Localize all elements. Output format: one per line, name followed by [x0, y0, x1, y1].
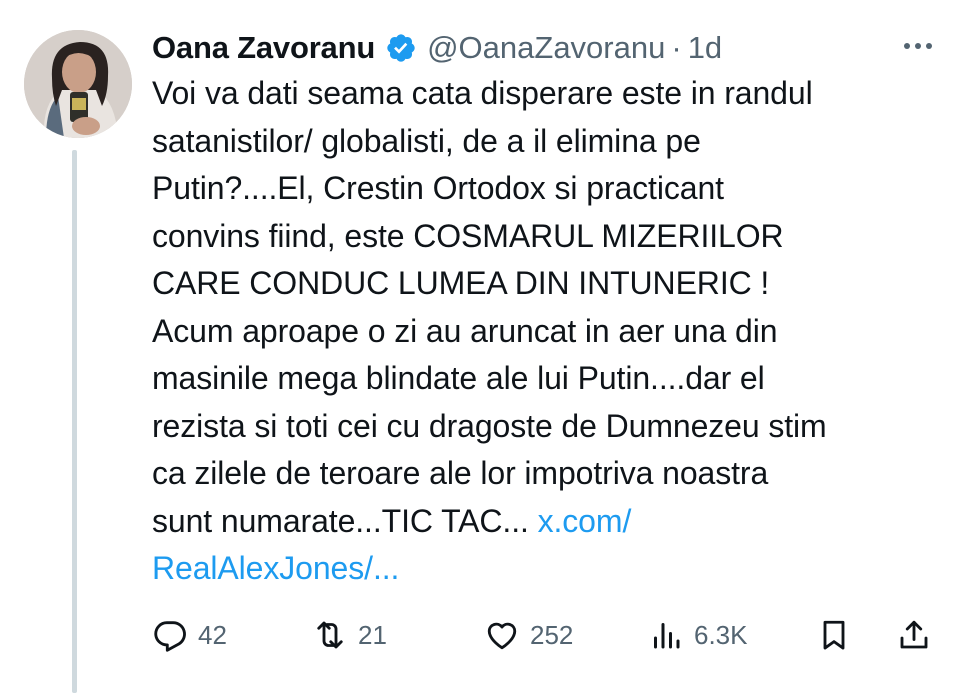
view-count: 6.3K: [694, 619, 748, 650]
reply-icon: [154, 621, 186, 652]
text-line: Voi va dati seama cata disperare este in…: [152, 75, 813, 111]
views-button[interactable]: 6.3K: [648, 612, 748, 658]
text-line: sunt numarate...TIC TAC...: [152, 502, 529, 539]
timestamp[interactable]: 1d: [688, 30, 722, 66]
bookmark-button[interactable]: [816, 612, 852, 658]
text-line: satanistilor/ globalisti, de a il elimin…: [152, 122, 701, 159]
tweet-link[interactable]: x.com/: [538, 503, 632, 539]
bookmark-icon: [823, 620, 845, 650]
text-line-with-link: sunt numarate...TIC TAC... x.com/: [152, 498, 952, 546]
text-line: Putin?....El, Crestin Ortodox si practic…: [152, 170, 724, 206]
views-icon: [654, 623, 680, 649]
like-icon: [487, 622, 517, 650]
repost-count: 21: [358, 619, 387, 650]
repost-icon: [317, 621, 343, 649]
verified-badge-icon: [385, 32, 417, 64]
tweet-header: Oana Zavoranu @OanaZavoranu · 1d: [152, 26, 940, 70]
avatar-image: [24, 30, 132, 138]
like-count: 252: [530, 619, 574, 650]
like-button[interactable]: 252: [484, 612, 573, 658]
reply-button[interactable]: 42: [152, 612, 227, 658]
share-button[interactable]: [896, 612, 932, 658]
text-line: ca zilele de teroare ale lor impotriva n…: [152, 455, 769, 491]
text-line: Acum aproape o zi au aruncat in aer una …: [152, 312, 778, 349]
text-line: rezista si toti cei cu dragoste de Dumne…: [152, 407, 827, 444]
thread-line: [72, 150, 77, 693]
tweet-text: Voi va dati seama cata disperare este in…: [152, 70, 952, 593]
reply-count: 42: [198, 619, 227, 650]
share-icon: [900, 620, 928, 649]
more-options-icon[interactable]: [900, 34, 936, 58]
text-line: CARE CONDUC LUMEA DIN INTUNERIC !: [152, 265, 770, 301]
repost-button[interactable]: 21: [312, 612, 387, 658]
text-line: masinile mega blindate ale lui Putin....…: [152, 360, 765, 396]
author-handle[interactable]: @OanaZavoranu: [427, 30, 665, 66]
action-bar: 42 21 252 6.3K: [152, 612, 942, 658]
author-name[interactable]: Oana Zavoranu: [152, 30, 375, 66]
tweet-link-continued[interactable]: RealAlexJones/...: [152, 545, 952, 593]
avatar[interactable]: [24, 30, 132, 138]
text-line: convins fiind, este COSMARUL MIZERIILOR: [152, 217, 784, 254]
separator-dot: ·: [671, 30, 682, 65]
